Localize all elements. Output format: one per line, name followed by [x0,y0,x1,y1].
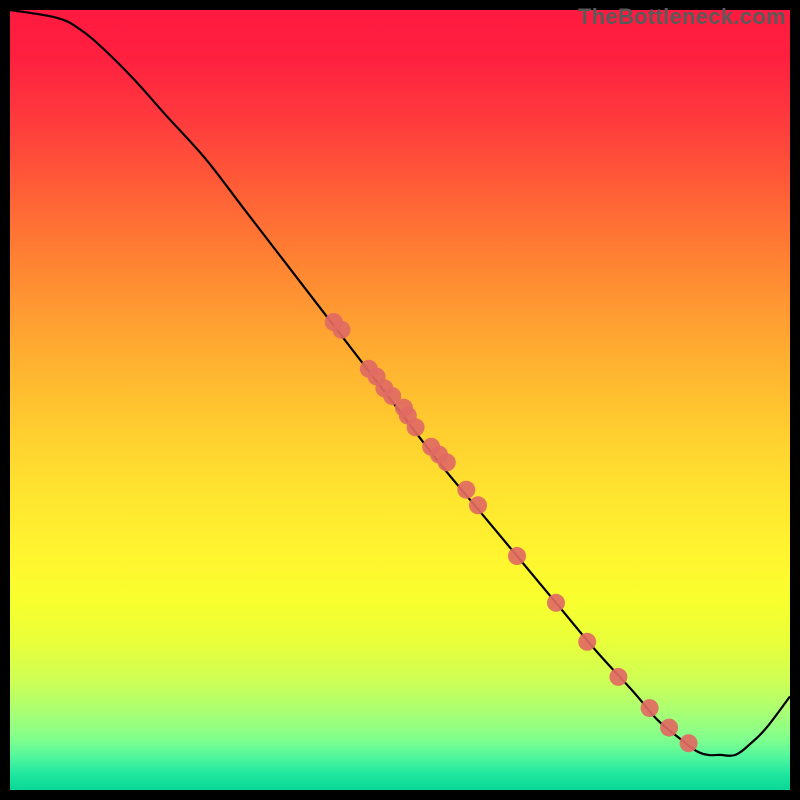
data-point [641,699,659,717]
data-point [680,734,698,752]
data-point [547,594,565,612]
data-point [469,496,487,514]
chart-frame: TheBottleneck.com [0,0,800,800]
data-point [508,547,526,565]
data-point [457,481,475,499]
chart-svg [10,10,790,790]
chart-plot-area [10,10,790,790]
data-point [438,453,456,471]
data-point [407,418,425,436]
data-point [578,633,596,651]
watermark-label: TheBottleneck.com [578,4,786,30]
data-point [609,668,627,686]
data-point [333,321,351,339]
data-point [660,719,678,737]
